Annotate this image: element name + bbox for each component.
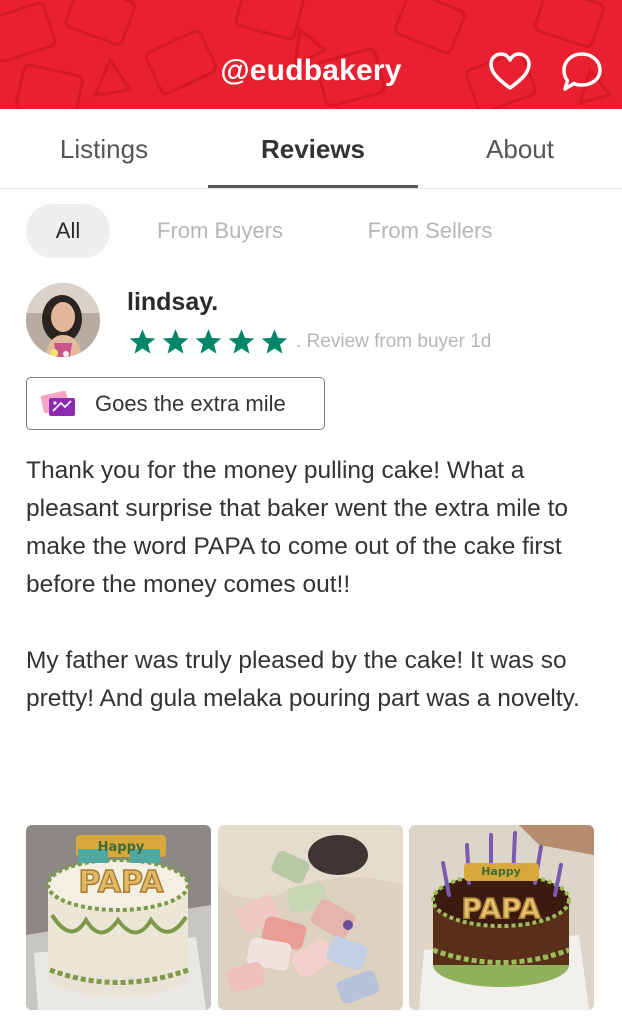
badge-label: Goes the extra mile [95,390,286,416]
review-paragraph: Thank you for the money pulling cake! Wh… [26,457,569,598]
review-filters: All From Buyers From Sellers [0,200,622,260]
star-icon [162,329,189,354]
favorite-button[interactable] [488,50,532,94]
cake-text: PAPA [79,865,165,900]
shop-header: @eudbakery [0,0,622,109]
tab-about[interactable]: About [418,109,622,189]
rating-stars [127,328,290,356]
active-tab-indicator [208,185,418,188]
star-icon [228,329,255,354]
cake-photo-image: Happy PAPA [26,825,211,1010]
compliment-badge: Goes the extra mile [26,377,325,430]
filter-from-buyers[interactable]: From Buyers [135,204,305,258]
filter-from-sellers[interactable]: From Sellers [340,204,520,258]
review-photo[interactable] [218,825,403,1010]
cake-candles-photo-image: Happy PAPA [409,825,594,1010]
cake-topper-text: Happy [98,840,145,855]
cake-topper-text: Happy [481,865,521,878]
review-meta: . Review from buyer 1d [296,331,492,352]
heart-icon [489,52,531,90]
tab-reviews[interactable]: Reviews [208,109,418,189]
chat-bubble-icon [562,52,602,91]
chat-button[interactable] [560,50,604,94]
review-paragraph: My father was truly pleased by the cake!… [26,647,580,712]
star-icon [195,329,222,354]
money-photo-image [218,825,403,1010]
avatar-photo [26,283,100,357]
filter-all[interactable]: All [26,204,110,258]
reviewer-avatar[interactable] [26,283,100,357]
review-photo[interactable]: Happy PAPA [409,825,594,1010]
tab-listings[interactable]: Listings [0,109,208,189]
reviewer-name[interactable]: lindsay. [127,288,218,317]
review-body: Thank you for the money pulling cake! Wh… [26,452,602,756]
profile-tabs: Listings Reviews About [0,109,622,189]
review-photo[interactable]: Happy PAPA [26,825,211,1010]
gift-card-icon [40,390,75,416]
star-icon [261,329,288,354]
cake-text: PAPA [461,892,541,925]
star-icon [129,329,156,354]
review-photos: Happy PAPA Happy PAPA [26,825,596,1010]
